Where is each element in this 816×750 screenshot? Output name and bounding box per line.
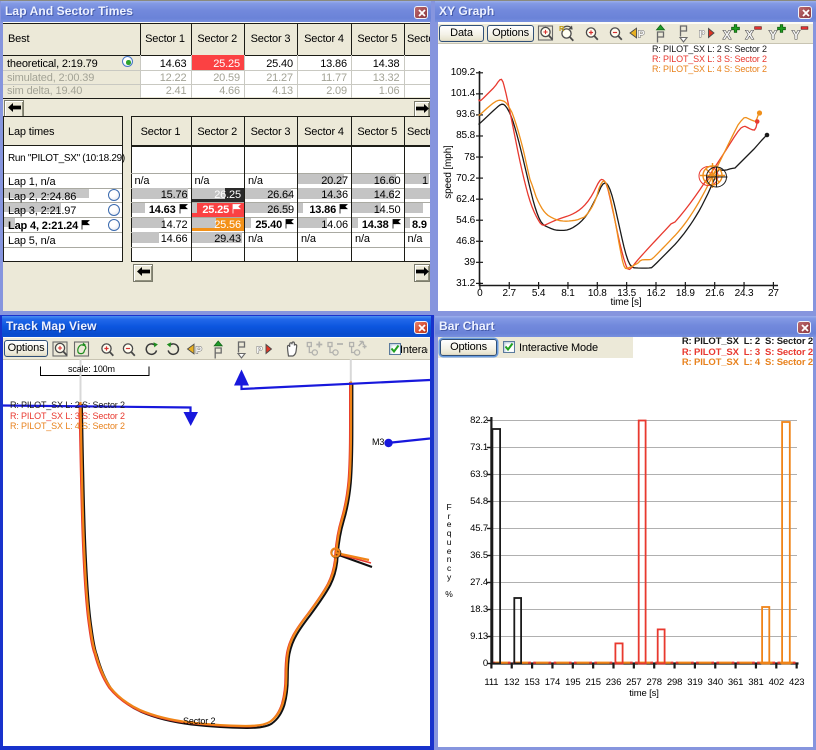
svg-text:P: P <box>699 29 705 39</box>
svg-text:Y: Y <box>792 28 800 42</box>
svg-text:P: P <box>638 30 645 41</box>
svg-text:Y: Y <box>769 28 777 42</box>
svg-text:P: P <box>257 345 263 355</box>
svg-text:R: R <box>559 24 565 33</box>
svg-text:P: P <box>196 346 203 357</box>
svg-text:X: X <box>746 28 754 42</box>
svg-text:X: X <box>723 28 731 42</box>
